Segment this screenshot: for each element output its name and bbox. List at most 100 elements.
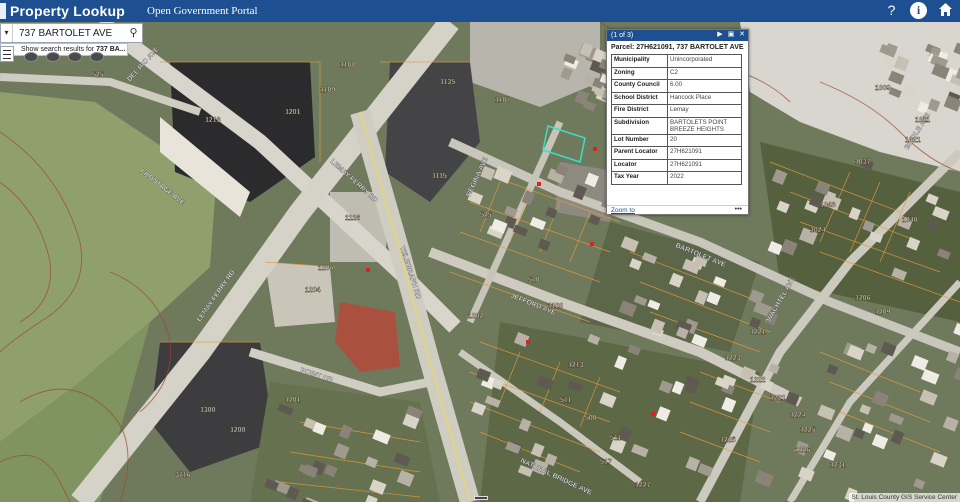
parcel-number-label: 1201	[285, 397, 301, 404]
parcel-number-label: 1231	[830, 462, 846, 469]
parcel-number-label: 1223	[725, 355, 741, 362]
attribute-row: County Council 6.00	[611, 79, 742, 93]
parcel-number-label: 1206	[855, 295, 871, 302]
parcel-number-label: 1109	[320, 87, 335, 94]
scale-bar	[474, 496, 488, 500]
measure-icon[interactable]	[68, 52, 82, 62]
search-bar: ▾ ✕	[0, 23, 143, 43]
attribute-row: Zoning C2	[611, 66, 742, 80]
attribute-row: Subdivision BARTOLETS POINT BREEZE HEIGHT…	[611, 116, 742, 135]
help-icon[interactable]: ?	[883, 2, 900, 19]
attribute-row: Lot Number 20	[611, 133, 742, 147]
attribute-row: Tax Year 2022	[611, 171, 742, 185]
parcel-number-label: 1204	[305, 287, 321, 294]
parcel-number-label: 500	[585, 415, 597, 422]
attribute-value: Lemay	[667, 104, 742, 118]
parcel-number-label: 1135	[440, 79, 455, 86]
parcel-number-label: 1040	[902, 217, 918, 224]
app-logo-icon	[0, 3, 6, 19]
home-icon[interactable]	[937, 2, 954, 19]
parcel-popup: (1 of 3) ▶ ▣ ✕ Parcel: 27H621091, 737 BA…	[606, 29, 749, 215]
parcel-number-label: 1209	[875, 309, 891, 316]
parcel-number-label: 1200	[230, 427, 246, 434]
attribute-row: School District Hancock Place	[611, 91, 742, 105]
parcel-number-label: 525	[480, 212, 492, 219]
menu-icon[interactable]	[0, 46, 14, 62]
attribute-key: Lot Number	[611, 133, 668, 147]
search-input[interactable]	[13, 24, 130, 42]
attribute-key: School District	[611, 91, 668, 105]
attribute-row: Fire District Lemay	[611, 104, 742, 118]
aerial-map[interactable]: LEMAY FERRY RD LEMAY FERRY RD TELEGRAPH …	[0, 22, 960, 502]
parcel-number-label: 510	[528, 277, 540, 284]
attribute-row: Municipality Unincorporated	[611, 54, 742, 68]
basemap-icon[interactable]	[90, 52, 104, 62]
parcel-number-label: 525	[92, 72, 104, 79]
attribute-key: Locator	[611, 158, 668, 172]
parcel-number-label: 1226	[795, 447, 811, 454]
zoom-to-link[interactable]: Zoom to	[611, 207, 635, 214]
attribute-row: Locator 27H621091	[611, 158, 742, 172]
attribute-value: 2022	[667, 171, 742, 185]
parcel-number-label: 1024	[810, 227, 826, 234]
parcel-number-label: 1201	[285, 109, 301, 116]
parcel-number-label: 1108	[340, 62, 355, 69]
parcel-number-label: 1043	[820, 202, 836, 209]
attribute-key: Zoning	[611, 66, 668, 80]
attribute-table: Municipality Unincorporated Zoning C2 County…	[611, 54, 742, 185]
attribute-key: County Council	[611, 79, 668, 93]
popup-header: (1 of 3) ▶ ▣ ✕	[607, 30, 748, 41]
info-icon[interactable]: i	[910, 2, 927, 19]
parcel-number-label: 517	[600, 459, 612, 466]
parcel-number-label: 1120	[548, 303, 563, 310]
maximize-icon[interactable]: ▣	[727, 31, 735, 39]
parcel-number-label: 1037	[855, 159, 871, 166]
parcel-number-label: 3716	[175, 472, 191, 479]
attribute-value: Hancock Place	[667, 91, 742, 105]
layers-icon[interactable]	[24, 52, 38, 62]
search-source-dropdown[interactable]: ▾	[1, 24, 13, 42]
open-government-portal-link[interactable]: Open Government Portal	[147, 5, 258, 17]
more-options-icon[interactable]: •••	[735, 206, 742, 213]
attribute-key: Subdivision	[611, 116, 668, 135]
attribute-row: Parent Locator 27H621091	[611, 146, 742, 160]
parcel-number-label: 1206	[318, 265, 334, 272]
parcel-number-label: 1222	[750, 377, 766, 384]
attribute-value: BARTOLETS POINT BREEZE HEIGHTS	[667, 116, 742, 135]
attribute-value: 6.00	[667, 79, 742, 93]
parcel-number-label: 1221	[750, 329, 766, 336]
map-credit: St. Louis County GIS Service Center	[848, 493, 960, 502]
popup-title: Parcel: 27H621091, 737 BARTOLET AVE	[611, 44, 744, 51]
parcel-number-label: 1202	[468, 313, 484, 320]
parcel-number-label: 1011	[915, 117, 930, 124]
popup-footer: Zoom to •••	[607, 205, 748, 214]
print-icon[interactable]	[46, 52, 60, 62]
attribute-value: 27H621091	[667, 146, 742, 160]
attribute-value: 27H621091	[667, 158, 742, 172]
parcel-number-label: 1021	[905, 137, 921, 144]
next-feature-icon[interactable]: ▶	[716, 31, 724, 39]
attribute-key: Parent Locator	[611, 146, 668, 160]
attribute-key: Tax Year	[611, 171, 668, 185]
attribute-value: Unincorporated	[667, 54, 742, 68]
parcel-number-label: 1225	[720, 437, 736, 444]
parcel-number-label: 1213	[205, 117, 221, 124]
attribute-value: 20	[667, 133, 742, 147]
parcel-number-label: 1227	[635, 482, 651, 489]
search-icon[interactable]: ⚲	[125, 23, 143, 43]
parcel-number-label: 1213	[568, 362, 584, 369]
close-icon[interactable]: ✕	[738, 31, 746, 39]
parcel-number-label: 511	[560, 397, 571, 404]
parcel-number-label: 1115	[432, 173, 447, 180]
attribute-key: Fire District	[611, 104, 668, 118]
attribute-key: Municipality	[611, 54, 668, 68]
app-title: Property Lookup	[10, 3, 126, 19]
popup-count: (1 of 3)	[611, 32, 634, 39]
parcel-number-label: 1224	[790, 412, 806, 419]
parcel-number-label: 1009	[875, 85, 891, 92]
parcel-number-label: 1126	[345, 215, 360, 222]
app-header: Property Lookup Open Government Portal ?…	[0, 0, 960, 22]
parcel-number-label: 1107	[495, 97, 510, 104]
attribute-value: C2	[667, 66, 742, 80]
parcel-number-label: 1221	[770, 395, 786, 402]
